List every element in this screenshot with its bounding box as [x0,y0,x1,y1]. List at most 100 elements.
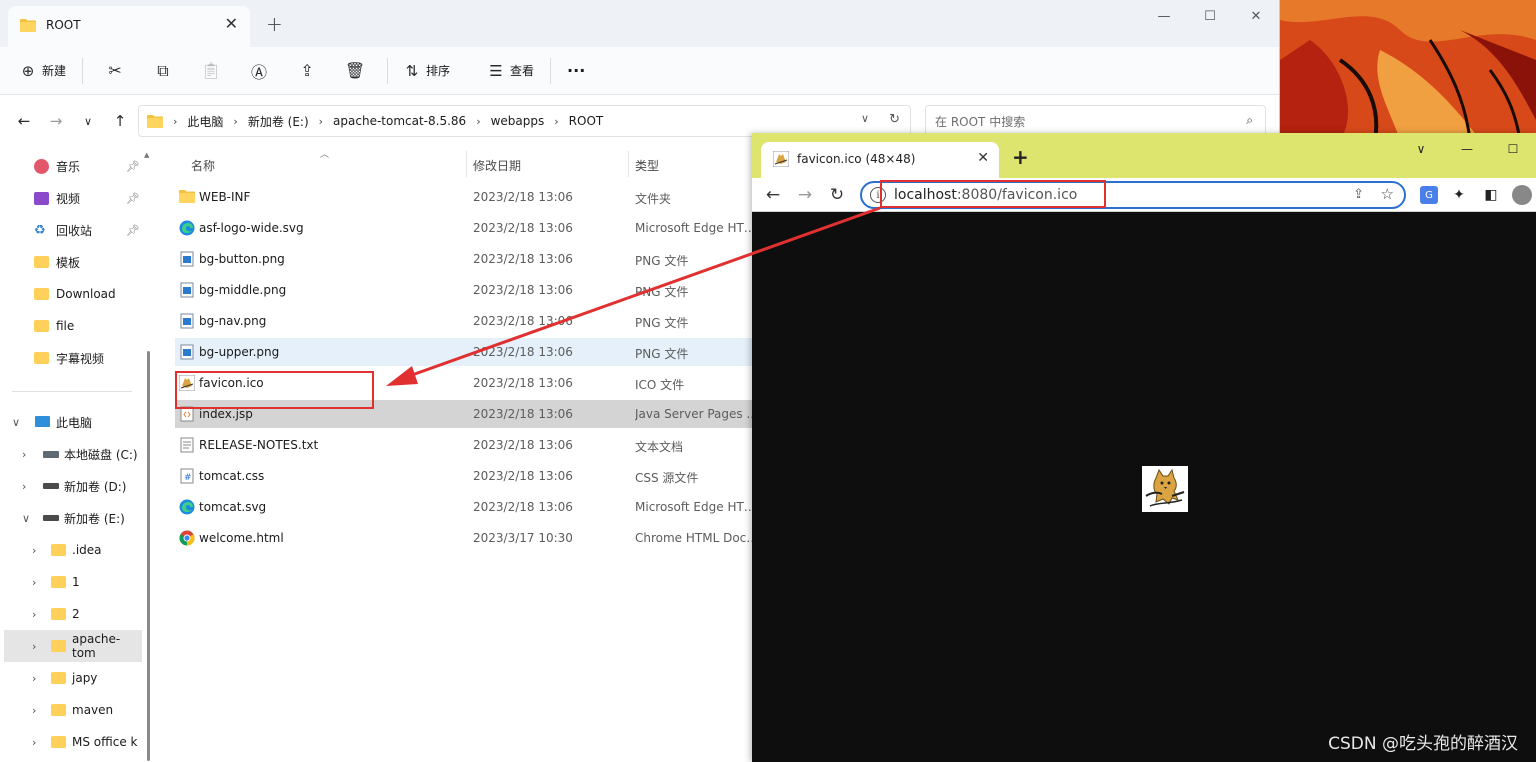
sidebar-item-templates[interactable]: 模板 [34,246,142,278]
close-tab-icon[interactable]: ✕ [977,150,989,166]
breadcrumb-chevron-icon[interactable]: › [554,115,558,128]
chevron-right-icon[interactable]: › [22,480,26,493]
breadcrumb-chevron-icon[interactable]: › [233,115,237,128]
delete-button[interactable]: 🗑︎ [331,55,379,87]
file-row[interactable]: welcome.html 2023/3/17 10:30 Chrome HTML… [175,524,760,552]
breadcrumb-item[interactable]: webapps [491,114,545,128]
view-button[interactable]: ☰ 查看 [480,55,542,87]
sidebar-item-drive-e[interactable]: ∨ 新加卷 (E:) [0,502,142,534]
file-row[interactable]: bg-middle.png 2023/2/18 13:06 PNG 文件 [175,276,760,304]
close-window-button[interactable]: ✕ [1233,0,1279,32]
scroll-up-icon[interactable]: ▲ [144,151,149,159]
chevron-right-icon[interactable]: › [32,736,36,749]
copy-button[interactable]: ⧉ [139,55,187,87]
file-row[interactable]: tomcat.svg 2023/2/18 13:06 Microsoft Edg… [175,493,760,521]
file-row[interactable]: bg-button.png 2023/2/18 13:06 PNG 文件 [175,245,760,273]
refresh-icon[interactable]: ↻ [889,112,900,127]
more-options-button[interactable]: ··· [559,55,593,87]
folder-icon [51,640,66,652]
column-header-name[interactable]: 名称 [191,157,215,174]
sidebar-item-idea[interactable]: › .idea [0,534,142,566]
bookmark-star-icon[interactable]: ☆ [1381,185,1394,203]
sidebar-item-recycle-bin[interactable]: ♻ 回收站 📌︎ [34,214,142,246]
chevron-right-icon[interactable]: › [32,704,36,717]
side-panel-icon[interactable]: ◧ [1480,184,1502,206]
column-header-date[interactable]: 修改日期 [473,157,521,174]
file-row[interactable]: RELEASE-NOTES.txt 2023/2/18 13:06 文本文档 [175,431,760,459]
paste-button[interactable]: 📋︎ [187,55,235,87]
recent-locations-chevron-icon[interactable]: ∨ [74,109,102,133]
share-button[interactable]: ⇪ [283,55,331,87]
browser-tab[interactable]: favicon.ico (48×48) ✕ [761,142,999,178]
tomcat-favicon-icon [772,150,790,168]
chrome-icon [179,530,195,546]
maximize-button[interactable]: ☐ [1187,0,1233,32]
breadcrumb-item[interactable]: ROOT [569,114,604,128]
sidebar-item-drive-c[interactable]: › 本地磁盘 (C:) [0,438,142,470]
column-divider[interactable] [628,151,629,177]
new-button[interactable]: ⊕ 新建 [12,55,74,87]
back-button[interactable]: ← [10,109,38,133]
sidebar-item-folder-2[interactable]: › 2 [0,598,142,630]
sidebar-item-drive-d[interactable]: › 新加卷 (D:) [0,470,142,502]
column-divider[interactable] [466,151,467,177]
new-tab-button[interactable]: + [1012,145,1029,169]
share-icon[interactable]: ⇪ [1353,187,1364,202]
forward-button[interactable]: → [794,184,816,206]
extensions-puzzle-icon[interactable]: ✦ [1448,184,1470,206]
chevron-right-icon[interactable]: › [32,608,36,621]
translate-icon[interactable]: G [1420,186,1438,204]
sidebar-item-ms-office[interactable]: › MS office k [0,726,142,758]
file-row[interactable]: asf-logo-wide.svg 2023/2/18 13:06 Micros… [175,214,760,242]
column-header-type[interactable]: 类型 [635,157,659,174]
file-type: PNG 文件 [635,347,689,361]
breadcrumb-item[interactable]: 新加卷 (E:) [248,113,309,130]
sidebar-item-music[interactable]: 音乐 📌︎ [34,150,142,182]
scrollbar-thumb[interactable] [147,351,150,761]
sidebar-item-this-pc[interactable]: ∨ 此电脑 [0,406,142,438]
sidebar-item-japy[interactable]: › japy [0,662,142,694]
sidebar-item-maven[interactable]: › maven [0,694,142,726]
maximize-button[interactable]: ☐ [1490,137,1536,161]
breadcrumb-item[interactable]: 此电脑 [187,113,223,130]
folder-icon [34,352,49,364]
tab-search-chevron-icon[interactable]: ∨ [1398,137,1444,161]
chevron-right-icon[interactable]: › [32,544,36,557]
sidebar-item-download[interactable]: Download [34,278,142,310]
minimize-button[interactable]: — [1141,0,1187,32]
reload-button[interactable]: ↻ [826,184,848,206]
chevron-down-icon[interactable]: ∨ [22,512,30,525]
sidebar-item-file[interactable]: file [34,310,142,342]
address-dropdown-icon[interactable]: ∨ [861,112,869,127]
file-row[interactable]: bg-nav.png 2023/2/18 13:06 PNG 文件 [175,307,760,335]
breadcrumb-chevron-icon[interactable]: › [319,115,323,128]
sidebar-item-folder-1[interactable]: › 1 [0,566,142,598]
file-row[interactable]: bg-upper.png 2023/2/18 13:06 PNG 文件 [175,338,760,366]
rename-button[interactable]: Ⓐ [235,55,283,87]
minimize-button[interactable]: — [1444,137,1490,161]
chevron-right-icon[interactable]: › [32,576,36,589]
cut-button[interactable]: ✂ [91,55,139,87]
explorer-tab[interactable]: ROOT ✕ [8,6,250,47]
chevron-right-icon[interactable]: › [22,448,26,461]
sidebar-item-label: MS office k [72,735,138,749]
back-button[interactable]: ← [762,184,784,206]
file-name: WEB-INF [199,190,251,204]
new-tab-button[interactable]: + [266,12,283,36]
chevron-down-icon[interactable]: ∨ [12,416,20,429]
forward-button[interactable]: → [42,109,70,133]
file-row[interactable]: # tomcat.css 2023/2/18 13:06 CSS 源文件 [175,462,760,490]
chevron-right-icon[interactable]: › [32,640,36,653]
breadcrumb-item[interactable]: apache-tomcat-8.5.86 [333,114,466,128]
close-tab-icon[interactable]: ✕ [225,14,238,33]
sidebar-item-video[interactable]: 视频 📌︎ [34,182,142,214]
sort-button[interactable]: ⇅ 排序 [396,55,458,87]
sidebar-scrollbar[interactable]: ▲ [142,151,156,762]
chevron-right-icon[interactable]: › [32,672,36,685]
sidebar-item-subtitle-videos[interactable]: 字幕视频 [34,342,142,374]
up-folder-button[interactable]: ↑ [106,109,134,133]
sidebar-item-apache-tomcat[interactable]: › apache-tom [4,630,142,662]
breadcrumb-chevron-icon[interactable]: › [476,115,480,128]
file-row[interactable]: WEB-INF 2023/2/18 13:06 文件夹 [175,183,760,211]
avatar[interactable] [1512,185,1532,205]
